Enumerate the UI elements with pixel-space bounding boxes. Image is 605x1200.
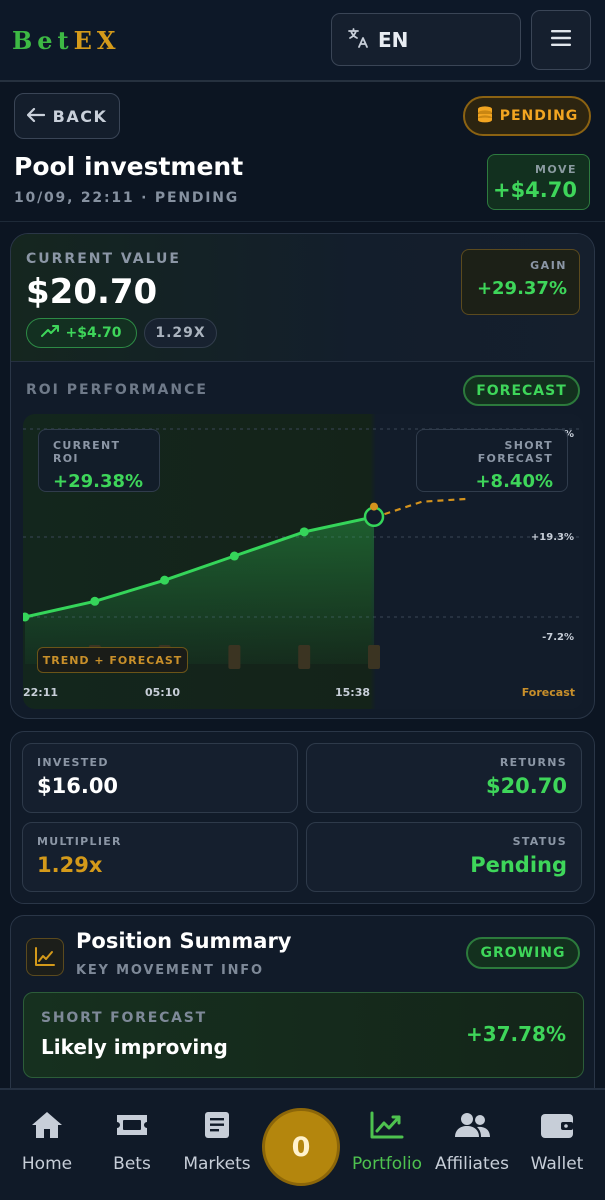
nav-portfolio-label: Portfolio	[352, 1154, 422, 1174]
current-value-header: CURRENT VALUE $20.70 +$4.70 1.29X GAIN +…	[11, 234, 594, 362]
position-stats-card: INVESTED $16.00 RETURNS $20.70 MULTIPLIE…	[10, 731, 595, 904]
move-value: +$4.70	[492, 178, 577, 202]
trend-point	[160, 575, 170, 585]
nav-bets[interactable]: Bets	[87, 1110, 177, 1174]
chart-line-icon	[26, 938, 64, 976]
gain-label: GAIN	[530, 259, 567, 272]
move-summary: MOVE +$4.70	[487, 154, 590, 210]
home-icon	[30, 1110, 64, 1144]
status-value: Pending	[470, 853, 567, 877]
roi-performance-label: ROI PERFORMANCE	[26, 382, 208, 398]
position-summary-card: Position Summary KEY MOVEMENT INFO GROWI…	[10, 915, 595, 1115]
summary-forecast-value: +37.78%	[465, 1022, 566, 1046]
current-value-card: CURRENT VALUE $20.70 +$4.70 1.29X GAIN +…	[10, 233, 595, 719]
status-stat: STATUS Pending	[306, 822, 582, 892]
value-change-text: +$4.70	[65, 325, 122, 341]
x-tick-label: 22:11	[23, 686, 58, 699]
y-tick-label: +19.3%	[531, 532, 574, 543]
trending-up-icon	[41, 325, 60, 341]
nav-wallet-label: Wallet	[530, 1154, 584, 1174]
page-title: Pool investment	[14, 152, 244, 181]
multiplier-value: 1.29x	[37, 853, 103, 877]
forecast-point	[370, 502, 378, 511]
page-subtitle: 10/09, 22:11 · PENDING	[14, 190, 240, 206]
invested-stat: INVESTED $16.00	[22, 743, 298, 813]
wallet-icon	[539, 1110, 575, 1144]
language-label: EN	[378, 27, 409, 52]
returns-label: RETURNS	[499, 756, 567, 769]
x-tick-label: 15:38	[335, 686, 370, 699]
document-icon	[202, 1110, 232, 1144]
status-badge-label: PENDING	[499, 108, 579, 124]
invested-value: $16.00	[37, 774, 119, 798]
y-tick-label: -7.2%	[542, 632, 574, 643]
back-button[interactable]: BACK	[14, 93, 120, 139]
divider	[0, 221, 605, 222]
current-value-label: CURRENT VALUE	[26, 251, 181, 267]
activity-bar	[298, 645, 311, 669]
returns-stat: RETURNS $20.70	[306, 743, 582, 813]
language-selector[interactable]: EN	[331, 13, 521, 66]
users-icon	[453, 1110, 491, 1144]
trend-point	[229, 551, 239, 561]
nav-markets-label: Markets	[183, 1154, 251, 1174]
nav-home[interactable]: Home	[2, 1110, 92, 1174]
value-change-pill: +$4.70	[26, 318, 137, 348]
summary-forecast-label: SHORT FORECAST	[41, 1010, 208, 1026]
growing-badge: GROWING	[466, 937, 580, 969]
current-roi-box: CURRENT ROI +29.38%	[38, 429, 160, 492]
nav-affiliates[interactable]: Affiliates	[427, 1110, 517, 1174]
move-label: MOVE	[534, 163, 577, 176]
roi-chart: % +19.3% -7.2% 22:11 05:10 15:38 Forecast CURR…	[23, 414, 583, 709]
back-label: BACK	[52, 106, 108, 126]
trend-point	[90, 596, 100, 606]
coins-icon	[476, 105, 494, 127]
chart-line-icon	[369, 1110, 405, 1144]
summary-forecast-text: Likely improving	[41, 1035, 228, 1059]
trend-forecast-tag: TREND + FORECAST	[37, 647, 188, 673]
short-forecast-panel: SHORT FORECAST Likely improving +37.78%	[23, 992, 584, 1078]
position-summary-subtitle: KEY MOVEMENT INFO	[76, 963, 264, 978]
brand-logo[interactable]: BetEX	[12, 26, 121, 55]
bet-slip-button[interactable]: 0	[262, 1108, 340, 1186]
x-tick-label: 05:10	[145, 686, 180, 699]
forecast-axis-label: Forecast	[522, 686, 575, 699]
app-header: BetEX EN	[0, 0, 605, 82]
multiplier-label: MULTIPLIER	[37, 835, 122, 848]
hamburger-menu-icon	[550, 29, 572, 51]
status-badge: PENDING	[463, 96, 591, 136]
short-forecast-value: +8.40%	[475, 471, 553, 492]
nav-wallet[interactable]: Wallet	[512, 1110, 602, 1174]
translate-icon	[346, 26, 370, 54]
current-roi-value: +29.38%	[53, 471, 144, 492]
short-forecast-label: SHORT FORECAST	[477, 439, 553, 465]
multiplier-pill: 1.29X	[144, 318, 217, 348]
forecast-badge[interactable]: FORECAST	[463, 375, 580, 406]
status-label: STATUS	[512, 835, 567, 848]
nav-home-label: Home	[21, 1154, 73, 1174]
arrow-left-icon	[26, 107, 45, 126]
position-summary-title: Position Summary	[76, 929, 292, 953]
logo-text-ex: EX	[73, 26, 121, 55]
nav-bets-label: Bets	[113, 1154, 151, 1174]
activity-bar	[368, 645, 380, 669]
bottom-nav: Home Bets Markets 0 Portfolio Affiliates…	[0, 1088, 605, 1200]
short-forecast-box: SHORT FORECAST +8.40%	[416, 429, 568, 492]
trend-point	[299, 527, 309, 537]
activity-bar	[228, 645, 241, 669]
nav-affiliates-label: Affiliates	[435, 1154, 509, 1174]
logo-text-bet: Bet	[12, 26, 74, 55]
gain-value: +29.37%	[476, 278, 567, 299]
invested-label: INVESTED	[37, 756, 109, 769]
current-roi-label: CURRENT ROI	[53, 439, 121, 465]
gain-summary: GAIN +29.37%	[461, 249, 580, 315]
menu-button[interactable]	[531, 10, 591, 70]
multiplier-stat: MULTIPLIER 1.29x	[22, 822, 298, 892]
returns-value: $20.70	[485, 774, 567, 798]
nav-portfolio[interactable]: Portfolio	[342, 1110, 432, 1174]
ticket-icon	[114, 1110, 150, 1144]
nav-markets[interactable]: Markets	[172, 1110, 262, 1174]
current-value-amount: $20.70	[26, 272, 158, 312]
